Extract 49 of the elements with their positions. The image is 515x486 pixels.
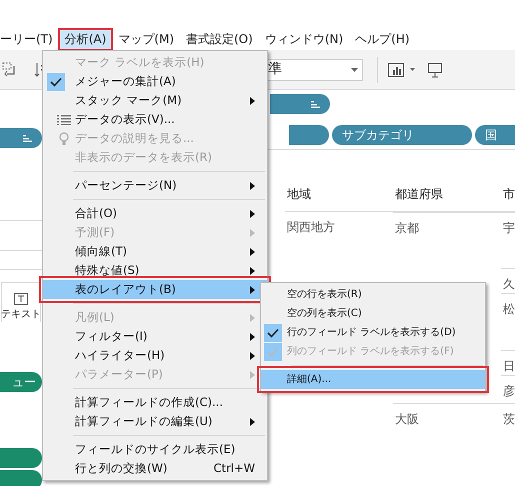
shelf-pill[interactable]: 国 <box>475 125 515 145</box>
menu-bar-item[interactable]: ヘルプ(H) <box>349 28 416 50</box>
menu-item[interactable]: 行と列の交換(W) Ctrl+W <box>43 459 267 478</box>
menu-bar-item[interactable]: ーリー(T) <box>0 28 59 50</box>
field-pill[interactable]: ュー <box>0 372 42 392</box>
table-cell-text: 久 <box>502 276 515 293</box>
table-cell-text: 茨 <box>502 411 515 428</box>
table-cell-text: 松 <box>502 301 515 318</box>
table-cell-text: 彦 <box>502 383 515 400</box>
caret-icon <box>351 68 358 72</box>
table-cell-text: 関西地方 <box>286 219 336 236</box>
table-cell-text: 宇 <box>502 220 515 237</box>
table-cell-text: 京都 <box>394 220 420 237</box>
caret-icon[interactable] <box>410 68 415 71</box>
sort-icon <box>23 134 32 142</box>
table-cell-text: 日 <box>502 358 515 375</box>
shortcut-label: Ctrl+W <box>214 460 255 477</box>
column-header: 都道府県 <box>394 186 444 202</box>
menu-bar-item[interactable]: 書式設定(O) <box>180 28 259 50</box>
menu-item[interactable]: 傾向線(T) <box>43 242 267 261</box>
menu-item[interactable]: 計算フィールドの編集(U) <box>43 412 267 431</box>
field-pill[interactable] <box>0 470 42 486</box>
shelf-pill[interactable] <box>270 94 330 114</box>
lightbulb-icon <box>59 132 69 146</box>
sort-icon <box>311 100 320 108</box>
text-mark-card[interactable]: テキスト <box>1 282 41 322</box>
menu-item[interactable]: スタック マーク(M) <box>43 91 267 110</box>
menu-bar-item[interactable]: ウィンドウ(N) <box>258 28 350 50</box>
presentation-icon[interactable] <box>427 62 443 78</box>
shelf-pill[interactable] <box>289 125 329 145</box>
menu-item[interactable]: データの表示(V)... <box>43 110 267 129</box>
text-icon <box>14 293 28 305</box>
menu-item[interactable]: パーセンテージ(N) <box>43 176 267 195</box>
menu-item[interactable]: 表のレイアウト(B) <box>43 280 267 299</box>
menu-item[interactable]: 詳細(A)... <box>261 370 485 389</box>
column-header: 市 <box>502 186 515 202</box>
menu-item[interactable]: 計算フィールドの作成(C)... <box>43 393 267 412</box>
chart-icon[interactable] <box>388 62 404 76</box>
menu-bar-item[interactable]: 分析(A) <box>58 28 112 50</box>
column-header: 地域 <box>286 186 312 202</box>
shelf-pill[interactable]: サブカテゴリ <box>332 125 472 145</box>
table-cell-text: 大阪 <box>394 411 420 428</box>
menu-item[interactable]: 特殊な値(S) <box>43 261 267 280</box>
shelf-pill[interactable] <box>0 128 42 148</box>
field-pill[interactable] <box>0 448 42 468</box>
menu-bar-item[interactable]: マップ(M) <box>112 28 180 50</box>
menu-item[interactable]: 合計(O) <box>43 204 267 223</box>
table-icon <box>57 114 71 124</box>
menu-item[interactable]: フィールドのサイクル表示(E) <box>43 440 267 459</box>
